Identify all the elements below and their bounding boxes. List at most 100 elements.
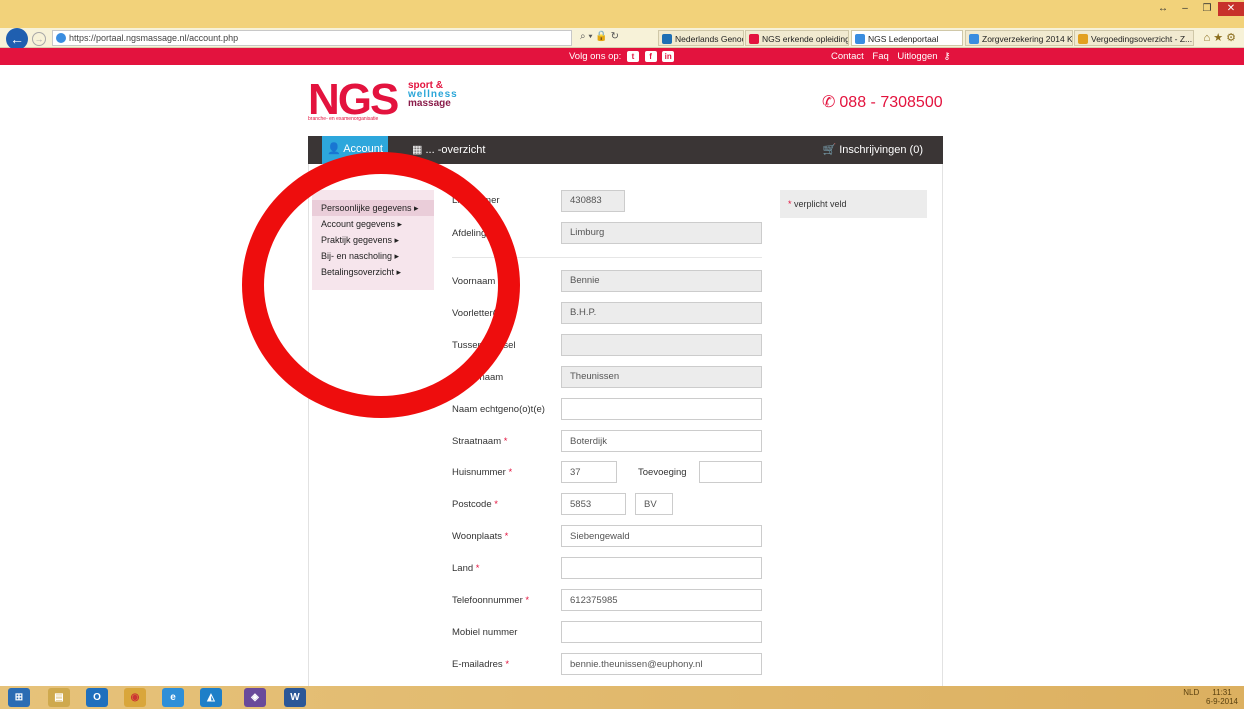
required-asterisk: * <box>525 595 530 606</box>
browser-tab[interactable]: NGS erkende opleidingsi... <box>745 30 849 46</box>
ngs-logo[interactable]: NGS sport & wellness massage branche- en… <box>308 78 478 123</box>
nav-cart[interactable]: 🛒 Inschrijvingen (0) <box>822 136 923 164</box>
land-field[interactable] <box>561 557 762 579</box>
required-note: * verplicht veld <box>780 190 927 218</box>
label-echtgenoot: Naam echtgeno(o)t(e) <box>452 404 545 415</box>
tab-label: Nederlands Genootschap... <box>675 34 743 44</box>
phone-text: 088 - 7308500 <box>839 94 943 111</box>
voorletters-field: B.H.P. <box>561 302 762 324</box>
minimize-icon[interactable]: – <box>1174 2 1196 16</box>
app2-icon[interactable]: ◈ <box>244 688 266 707</box>
label-text: Huisnummer <box>452 467 506 478</box>
browser-titlebar <box>0 0 1244 28</box>
huisnummer-field[interactable] <box>561 461 617 483</box>
required-asterisk: * <box>504 531 509 542</box>
woonplaats-field[interactable] <box>561 525 762 547</box>
nav-overview-label: ... -overzicht <box>425 144 486 156</box>
label-telefoon: Telefoonnummer * <box>452 595 529 606</box>
outlook-icon[interactable]: O <box>86 688 108 707</box>
facebook-icon[interactable]: f <box>644 50 657 62</box>
telefoon-field[interactable] <box>561 589 762 611</box>
phone-number[interactable]: ✆ 088 - 7308500 <box>822 92 943 112</box>
key-icon: ⚷ <box>943 51 951 62</box>
label-text: Telefoonnummer <box>452 595 523 606</box>
forward-icon[interactable]: → <box>32 32 46 46</box>
contact-link[interactable]: Contact <box>831 51 864 62</box>
annotation-circle <box>242 152 520 418</box>
label-straatnaam: Straatnaam * <box>452 436 507 447</box>
logout-link[interactable]: Uitloggen <box>897 51 937 62</box>
label-text: Woonplaats <box>452 531 502 542</box>
browser-tab[interactable]: Nederlands Genootschap... <box>658 30 744 46</box>
echtgenoot-field[interactable] <box>561 398 762 420</box>
follow-us: Volg ons op: t f in <box>569 48 675 65</box>
label-text: E-mailadres <box>452 659 503 670</box>
afdeling-field: Limburg <box>561 222 762 244</box>
required-asterisk: * <box>508 467 513 478</box>
ie-page-icon <box>855 34 865 44</box>
lidnummer-field: 430883 <box>561 190 625 212</box>
tab-label: NGS erkende opleidingsi... <box>762 34 848 44</box>
toevoeging-field[interactable] <box>699 461 762 483</box>
logo-subtitle: branche- en examenorganisatie <box>308 116 379 122</box>
ie-icon[interactable]: e <box>162 688 184 707</box>
tray-time: 11:31 <box>1212 688 1232 697</box>
label-woonplaats: Woonplaats * <box>452 531 508 542</box>
email-field[interactable] <box>561 653 762 675</box>
app-icon[interactable]: ◭ <box>200 688 222 707</box>
chrome-icon[interactable]: ◉ <box>124 688 146 707</box>
url-text: https://portaal.ngsmassage.nl/account.ph… <box>69 33 239 43</box>
required-asterisk: * <box>494 499 498 510</box>
window-controls: ↔ – ❐ ✕ <box>1152 2 1244 16</box>
back-icon[interactable]: ← <box>6 28 28 50</box>
browser-tab-active[interactable]: NGS Ledenportaal <box>851 30 963 46</box>
browser-tab[interactable]: Zorgverzekering 2014 Kie... <box>965 30 1073 46</box>
postcode-number-field[interactable] <box>561 493 626 515</box>
label-email: E-mailadres * <box>452 659 509 670</box>
maximize-icon[interactable]: ❐ <box>1196 2 1218 16</box>
tray-date: 6-9-2014 <box>1205 697 1238 706</box>
page-icon <box>56 33 66 43</box>
logo-tagline: sport & wellness massage <box>408 81 458 109</box>
calendar-icon: ▦ <box>412 144 423 156</box>
site-topbar: Volg ons op: t f in Contact Faq Uitlogge… <box>0 48 1244 65</box>
follow-label: Volg ons op: <box>569 51 622 62</box>
taskbar <box>0 686 1244 709</box>
label-huisnummer: Huisnummer * <box>452 467 512 478</box>
start-icon[interactable]: ⊞ <box>8 688 30 707</box>
nav-cart-label: Inschrijvingen (0) <box>839 144 923 156</box>
system-tray[interactable]: NLD 11:31 6-9-2014 <box>1183 688 1238 706</box>
browser-toolbar-icons[interactable]: ⌂ ★ ⚙ <box>1204 31 1236 44</box>
required-asterisk: * <box>505 659 510 670</box>
label-text: Postcode <box>452 499 492 510</box>
top-links: Contact Faq Uitloggen ⚷ <box>831 48 957 65</box>
address-bar[interactable]: https://portaal.ngsmassage.nl/account.ph… <box>52 30 572 46</box>
label-land: Land * <box>452 563 479 574</box>
faq-link[interactable]: Faq <box>872 51 888 62</box>
explorer-icon[interactable]: ▤ <box>48 688 70 707</box>
postcode-letters-field[interactable] <box>635 493 673 515</box>
voornaam-field: Bennie <box>561 270 762 292</box>
tab-label: NGS Ledenportaal <box>868 34 939 44</box>
linkedin-icon[interactable]: in <box>662 50 675 62</box>
ie-page-icon <box>969 34 979 44</box>
mobiel-field[interactable] <box>561 621 762 643</box>
address-tools[interactable]: ⌕ ▾ 🔒 ↻ <box>580 31 619 42</box>
required-asterisk: * <box>503 436 508 447</box>
twitter-icon[interactable]: t <box>626 50 639 62</box>
tussenvoegsel-field <box>561 334 762 356</box>
achternaam-field: Theunissen <box>561 366 762 388</box>
word-icon[interactable]: W <box>284 688 306 707</box>
tab-label: Zorgverzekering 2014 Kie... <box>982 34 1073 44</box>
ngs-icon <box>749 34 759 44</box>
restore-icon[interactable]: ↔ <box>1152 2 1174 16</box>
label-text: Land <box>452 563 474 574</box>
label-mobiel: Mobiel nummer <box>452 627 518 638</box>
label-toevoeging: Toevoeging <box>638 467 687 478</box>
straatnaam-field[interactable] <box>561 430 762 452</box>
required-asterisk: * <box>475 563 480 574</box>
browser-tab[interactable]: Vergoedingsoverzicht - Z... <box>1074 30 1194 46</box>
label-text: Straatnaam <box>452 436 502 447</box>
close-icon[interactable]: ✕ <box>1218 2 1244 16</box>
cart-icon: 🛒 <box>822 144 837 156</box>
